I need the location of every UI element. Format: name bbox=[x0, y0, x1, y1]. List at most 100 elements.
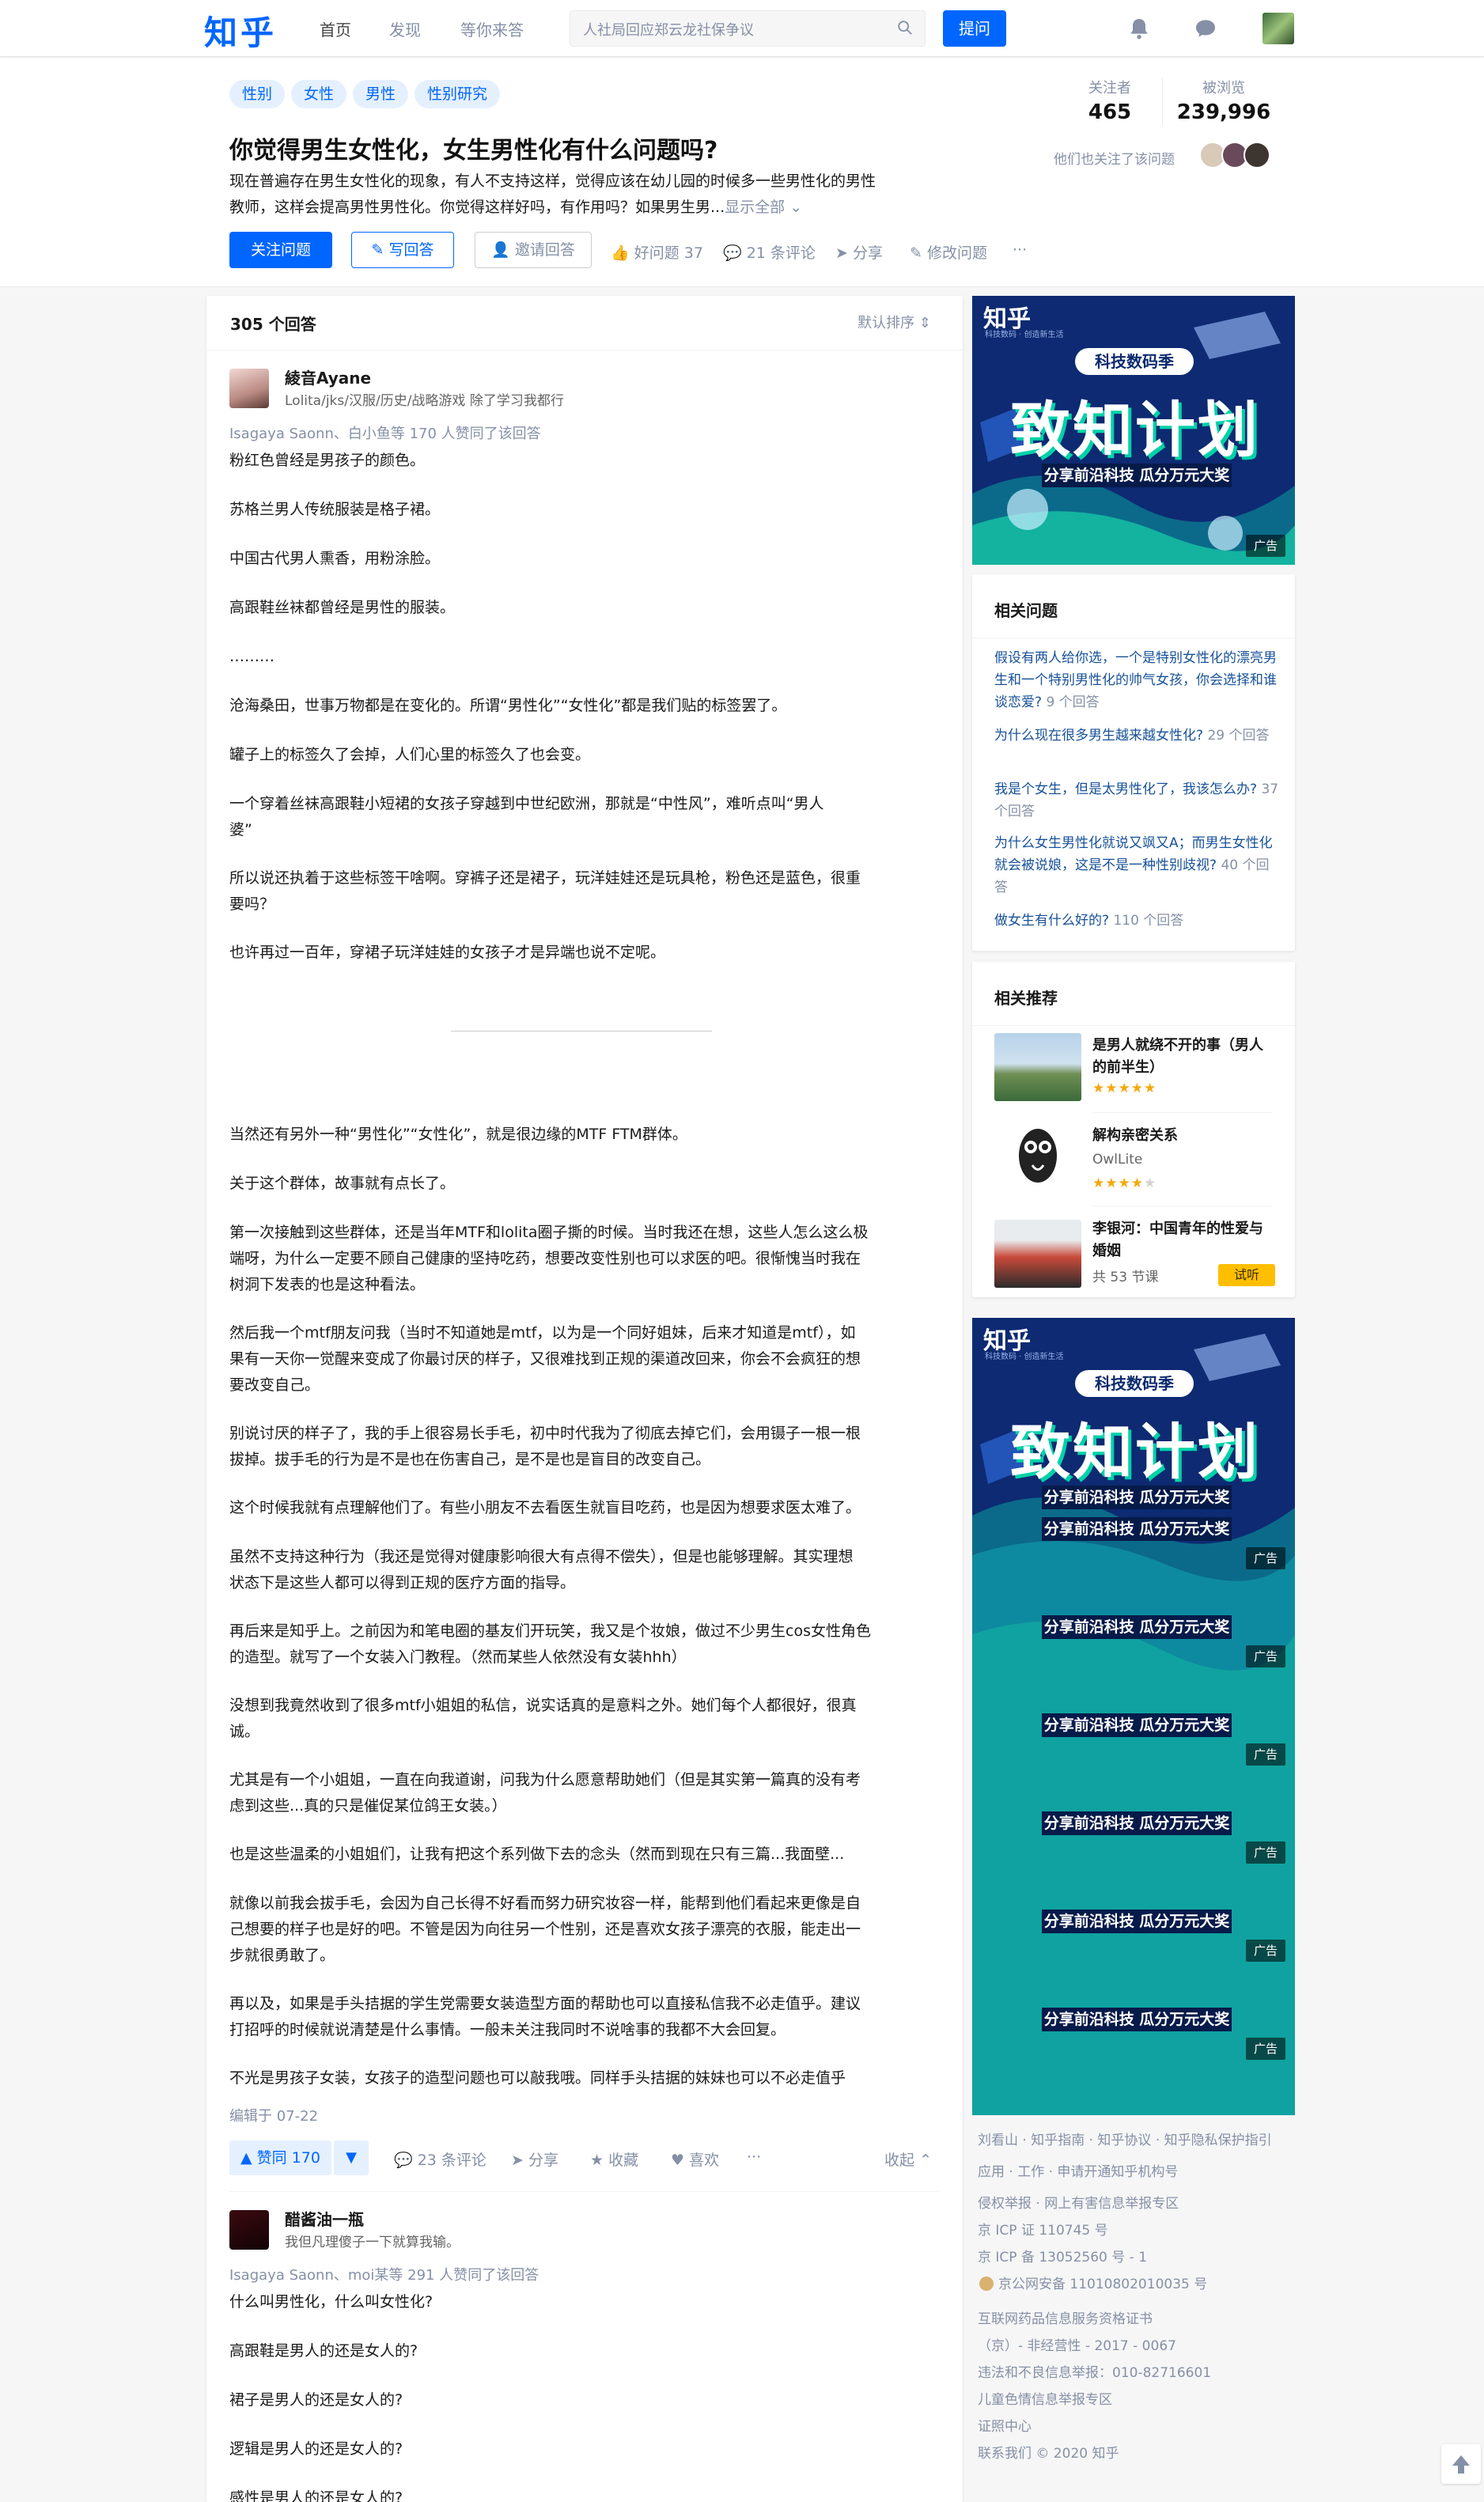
related-answer-count: 110 个回答 bbox=[1113, 913, 1184, 929]
show-all-link[interactable]: 显示全部 bbox=[725, 199, 785, 216]
footer-text[interactable]: 联系我们 © 2020 知乎 bbox=[978, 2440, 1119, 2468]
collapse-button[interactable]: 收起 ⌃ bbox=[884, 2148, 932, 2170]
footer-text[interactable]: 儿童色情信息举报专区 bbox=[978, 2386, 1112, 2414]
upvote-button[interactable]: ▲ 赞同 170 bbox=[229, 2141, 331, 2175]
author-name[interactable]: 醋酱油一瓶 bbox=[285, 2207, 364, 2230]
paragraph-line: 再以及，如果是手头拮据的学生党需要女装造型方面的帮助也可以直接私信我不必走值乎。… bbox=[229, 1995, 861, 2012]
related-question-text: 我是个女生，但是太男性化了，我该怎么办? bbox=[994, 782, 1258, 797]
voters-line[interactable]: Isagaya Saonn、moi某等 291 人赞同了该回答 bbox=[229, 2264, 539, 2284]
recommend-cover[interactable] bbox=[994, 1220, 1081, 1288]
collect-button[interactable]: ★ 收藏 bbox=[590, 2148, 638, 2170]
answer-paragraph: 也许再过一百年，穿裙子玩洋娃娃的女孩子才是异端也说不定呢。 bbox=[229, 944, 666, 961]
ask-question-button[interactable]: 提问 bbox=[943, 10, 1006, 47]
views-count: 239,996 bbox=[1176, 100, 1271, 124]
ad-tag: 广告 bbox=[1246, 1645, 1285, 1667]
paragraph-line: 就像以前我会拔手毛，会因为自己长得不好看而努力研究妆容一样，能帮到他们看起来更像… bbox=[229, 1894, 861, 1912]
good-question-button[interactable]: 👍 好问题 37 bbox=[611, 241, 703, 263]
recommend-cover[interactable] bbox=[994, 1033, 1081, 1101]
answer-comments-button[interactable]: 💬 23 条评论 bbox=[394, 2148, 486, 2170]
topic-tag[interactable]: 性别研究 bbox=[415, 80, 501, 108]
related-question[interactable]: 我是个女生，但是太男性化了，我该怎么办? 37 个回答 bbox=[994, 778, 1279, 823]
sort-dropdown[interactable]: 默认排序 ⇕ bbox=[857, 312, 931, 332]
good-question-label: 好问题 37 bbox=[634, 244, 703, 262]
ad-title: 致知计划 bbox=[1010, 1417, 1260, 1487]
follower-avatar[interactable] bbox=[1244, 142, 1270, 168]
author-avatar[interactable] bbox=[229, 369, 269, 408]
ad-banner[interactable]: 知乎 科技数码 · 创造新生活 科技数码季 致知计划 分享前沿科技 瓜分万元大奖… bbox=[972, 296, 1295, 565]
recommend-item-subtitle: OwlLite bbox=[1092, 1152, 1143, 1168]
bell-icon[interactable] bbox=[1126, 16, 1152, 41]
paragraph-line: 尤其是有一个小姐姐，一直在向我道谢，问我为什么愿意帮助她们（但是其实第一篇真的没… bbox=[229, 1771, 861, 1788]
paragraph-line: 打招呼的时候就说清楚是什么事情。一般未关注我同时不说啥事的我都不大会回复。 bbox=[229, 2021, 786, 2038]
topic-tag[interactable]: 女性 bbox=[291, 80, 347, 108]
views-label: 被浏览 bbox=[1202, 80, 1245, 97]
footer-links[interactable]: 侵权举报 · 网上有害信息举报专区 bbox=[978, 2190, 1179, 2218]
upvote-label: 赞同 170 bbox=[256, 2149, 320, 2167]
downvote-button[interactable]: ▼ bbox=[334, 2141, 369, 2175]
followers-count: 465 bbox=[1088, 100, 1132, 124]
related-question-text: 假设有两人给你选，一个是特别女性化的漂亮男生和一个特别男性化的帅气女孩，你会选择… bbox=[994, 650, 1277, 710]
paragraph-line: 没想到我竟然收到了很多mtf小姐姐的私信，说实话真的是意料之外。她们每个人都很好… bbox=[229, 1697, 857, 1714]
write-answer-button[interactable]: ✎ 写回答 bbox=[351, 232, 454, 268]
recommend-divider bbox=[972, 1025, 1295, 1026]
answer-paragraph: 没想到我竟然收到了很多mtf小姐姐的私信，说实话真的是意料之外。她们每个人都很好… bbox=[229, 1693, 941, 1745]
like-button[interactable]: ♥ 喜欢 bbox=[671, 2148, 719, 2170]
question-share-button[interactable]: ➤ 分享 bbox=[835, 241, 883, 263]
ad-tag: 广告 bbox=[1246, 1841, 1285, 1864]
answer-paragraph: 再以及，如果是手头拮据的学生党需要女装造型方面的帮助也可以直接私信我不必走值乎。… bbox=[229, 1991, 941, 2043]
author-avatar[interactable] bbox=[229, 2210, 269, 2250]
chevron-down-icon[interactable]: ⌄ bbox=[789, 199, 802, 216]
related-answer-count: 9 个回答 bbox=[1046, 695, 1100, 710]
back-to-top-button[interactable] bbox=[1441, 2444, 1481, 2484]
footer-text[interactable]: 违法和不良信息举报：010-82716601 bbox=[978, 2359, 1211, 2387]
answer-count: 305 个回答 bbox=[230, 315, 316, 334]
invite-answer-button[interactable]: 👤 邀请回答 bbox=[475, 232, 592, 268]
answer-paragraph: 什么叫男性化，什么叫女性化? bbox=[229, 2293, 433, 2311]
owl-logo[interactable] bbox=[994, 1122, 1081, 1190]
answer-paragraph: 关于这个群体，故事就有点长了。 bbox=[229, 1175, 456, 1192]
related-question[interactable]: 做女生有什么好的? 110 个回答 bbox=[994, 910, 1279, 932]
recommend-item-title[interactable]: 是男人就绕不开的事（男人的前半生） bbox=[1092, 1035, 1274, 1079]
footer-text[interactable]: 证照中心 bbox=[978, 2413, 1032, 2441]
answer-paragraph: 高跟鞋丝袜都曾经是男性的服装。 bbox=[229, 599, 456, 616]
recommend-item-title[interactable]: 李银河：中国青年的性爱与婚姻 bbox=[1092, 1218, 1274, 1262]
ad-banner[interactable]: 知乎 科技数码 · 创造新生活 科技数码季 致知计划 分享前沿科技 瓜分万元大奖… bbox=[972, 1318, 1295, 2115]
question-comments-button[interactable]: 💬 21 条评论 bbox=[723, 241, 816, 263]
thumb-up-icon: 👍 bbox=[611, 244, 634, 262]
voters-line[interactable]: Isagaya Saonn、白小鱼等 170 人赞同了该回答 bbox=[229, 422, 541, 443]
topic-tag[interactable]: 男性 bbox=[353, 80, 409, 108]
related-question[interactable]: 假设有两人给你选，一个是特别女性化的漂亮男生和一个特别男性化的帅气女孩，你会选择… bbox=[994, 647, 1279, 714]
topic-tag[interactable]: 性别 bbox=[229, 80, 286, 108]
related-question[interactable]: 为什么女生男性化就说又飒又A；而男生女性化就会被说娘，这是不是一种性别歧视? 4… bbox=[994, 832, 1279, 899]
answer-paragraph: 粉红色曾经是男孩子的颜色。 bbox=[229, 452, 426, 469]
search-icon[interactable] bbox=[896, 19, 914, 36]
footer-text[interactable]: 京公网安备 11010802010035 号 bbox=[998, 2270, 1207, 2299]
edited-time[interactable]: 编辑于 07-22 bbox=[229, 2105, 318, 2125]
nav-discover[interactable]: 发现 bbox=[389, 17, 421, 40]
footer-text[interactable]: 互联网药品信息服务资格证书 bbox=[978, 2305, 1153, 2334]
author-name[interactable]: 綾音Ayane bbox=[285, 365, 371, 388]
more-options-icon[interactable]: ··· bbox=[747, 2148, 761, 2166]
nav-waiting-answers[interactable]: 等你来答 bbox=[460, 17, 524, 40]
footer-links[interactable]: 刘看山 · 知乎指南 · 知乎协议 · 知乎隐私保护指引 bbox=[978, 2126, 1272, 2155]
follow-question-button[interactable]: 关注问题 bbox=[229, 232, 332, 268]
zhihu-logo[interactable]: 知乎 bbox=[204, 6, 277, 55]
user-avatar[interactable] bbox=[1263, 13, 1294, 44]
edit-question-button[interactable]: ✎ 修改问题 bbox=[910, 241, 987, 263]
message-icon[interactable] bbox=[1193, 16, 1218, 41]
footer-text[interactable]: 京 ICP 备 13052560 号 - 1 bbox=[978, 2243, 1147, 2272]
footer-links[interactable]: 应用 · 工作 · 申请开通知乎机构号 bbox=[978, 2158, 1178, 2186]
recommend-item-title[interactable]: 解构亲密关系 bbox=[1092, 1125, 1274, 1147]
footer-text[interactable]: 京 ICP 证 110745 号 bbox=[978, 2216, 1108, 2245]
trial-badge[interactable]: 试听 bbox=[1218, 1264, 1275, 1286]
author-bio: 我但凡理傻子一下就算我输。 bbox=[285, 2235, 460, 2250]
ad-subtitle: 科技数码 · 创造新生活 bbox=[985, 331, 1064, 339]
ad-slogan: 分享前沿科技 瓜分万元大奖 bbox=[1042, 1615, 1232, 1639]
more-options-icon[interactable]: ··· bbox=[1013, 241, 1027, 259]
owl-icon bbox=[1019, 1129, 1057, 1183]
related-question[interactable]: 为什么现在很多男生越来越女性化? 29 个回答 bbox=[994, 725, 1279, 747]
search-input[interactable]: 人社局回应郑云龙社保争议 bbox=[570, 10, 926, 47]
pencil-icon: ✎ bbox=[910, 244, 927, 262]
answer-share-button[interactable]: ➤ 分享 bbox=[511, 2148, 558, 2170]
nav-home[interactable]: 首页 bbox=[320, 17, 351, 40]
